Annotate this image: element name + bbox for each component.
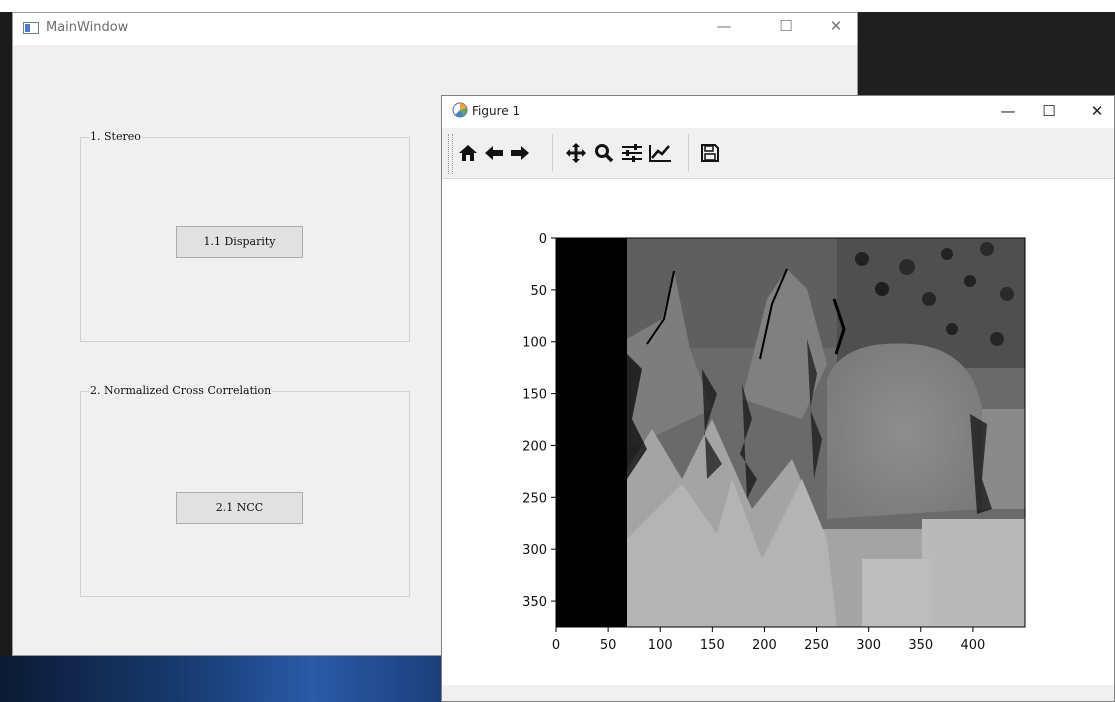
main-window-title: MainWindow: [46, 20, 129, 35]
desktop-top-strip: [0, 0, 1115, 12]
plot-canvas[interactable]: 0 50 100 150 200 250 300 350 400 0 50 100 150 200 250…: [442, 179, 1114, 685]
group-stereo: 1. Stereo 1.1 Disparity: [80, 130, 410, 342]
figure-statusbar: [442, 685, 1114, 701]
forward-arrow-icon[interactable]: [508, 140, 532, 166]
figure-close-button[interactable]: ✕: [1086, 102, 1108, 120]
group-ncc: 2. Normalized Cross Correlation 2.1 NCC: [80, 384, 410, 597]
zoom-icon[interactable]: [592, 140, 616, 166]
matplotlib-icon: [452, 102, 468, 118]
chart-svg: 0 50 100 150 200 250 300 350 400 0 50 100 150 200 250…: [522, 232, 1026, 653]
toolbar-separator: [688, 134, 689, 172]
edit-axes-icon[interactable]: [648, 140, 672, 166]
group-stereo-title: 1. Stereo: [89, 130, 142, 143]
pan-icon[interactable]: [564, 140, 588, 166]
figure-maximize-button[interactable]: ☐: [1038, 102, 1060, 120]
y-tick-label: 0: [539, 232, 547, 247]
y-tick-label: 300: [522, 543, 547, 558]
maximize-button[interactable]: ☐: [775, 17, 797, 35]
x-tick-label: 250: [804, 638, 829, 653]
x-tick-label: 400: [960, 638, 985, 653]
x-tick-label: 150: [700, 638, 725, 653]
x-tick-label: 350: [908, 638, 933, 653]
ncc-button[interactable]: 2.1 NCC: [176, 492, 303, 524]
configure-subplots-icon[interactable]: [620, 140, 644, 166]
close-button[interactable]: ✕: [825, 17, 847, 35]
figure-titlebar[interactable]: Figure 1 — ☐ ✕: [442, 96, 1114, 128]
disparity-button[interactable]: 1.1 Disparity: [176, 226, 303, 258]
main-window-titlebar[interactable]: MainWindow — ☐ ✕: [13, 13, 857, 45]
back-arrow-icon[interactable]: [482, 140, 506, 166]
y-tick-label: 250: [522, 491, 547, 506]
save-icon[interactable]: [698, 140, 722, 166]
disparity-image: [556, 238, 1025, 627]
x-tick-label: 200: [752, 638, 777, 653]
navigation-toolbar: [442, 128, 1114, 179]
figure-minimize-button[interactable]: —: [997, 102, 1019, 120]
x-tick-label: 100: [648, 638, 673, 653]
x-axis-ticks: 0 50 100 150 200 250 300 350 400: [552, 627, 985, 653]
minimize-button[interactable]: —: [713, 17, 735, 35]
desktop-wallpaper: [0, 656, 445, 702]
figure-title: Figure 1: [472, 104, 521, 118]
toolbar-grip[interactable]: [448, 134, 453, 174]
y-axis-ticks: 0 50 100 150 200 250 300 350: [522, 232, 556, 610]
y-tick-label: 350: [522, 595, 547, 610]
y-tick-label: 200: [522, 439, 547, 454]
toolbar-separator: [552, 134, 553, 172]
home-icon[interactable]: [456, 140, 480, 166]
group-ncc-title: 2. Normalized Cross Correlation: [89, 384, 273, 397]
y-tick-label: 50: [530, 284, 547, 299]
x-tick-label: 0: [552, 638, 560, 653]
y-tick-label: 100: [522, 336, 547, 351]
figure-window: Figure 1 — ☐ ✕ 0 50 100 150 200 250 300 …: [441, 95, 1115, 702]
app-window-icon: [23, 22, 39, 34]
x-tick-label: 300: [856, 638, 881, 653]
y-tick-label: 150: [522, 388, 547, 403]
x-tick-label: 50: [600, 638, 617, 653]
